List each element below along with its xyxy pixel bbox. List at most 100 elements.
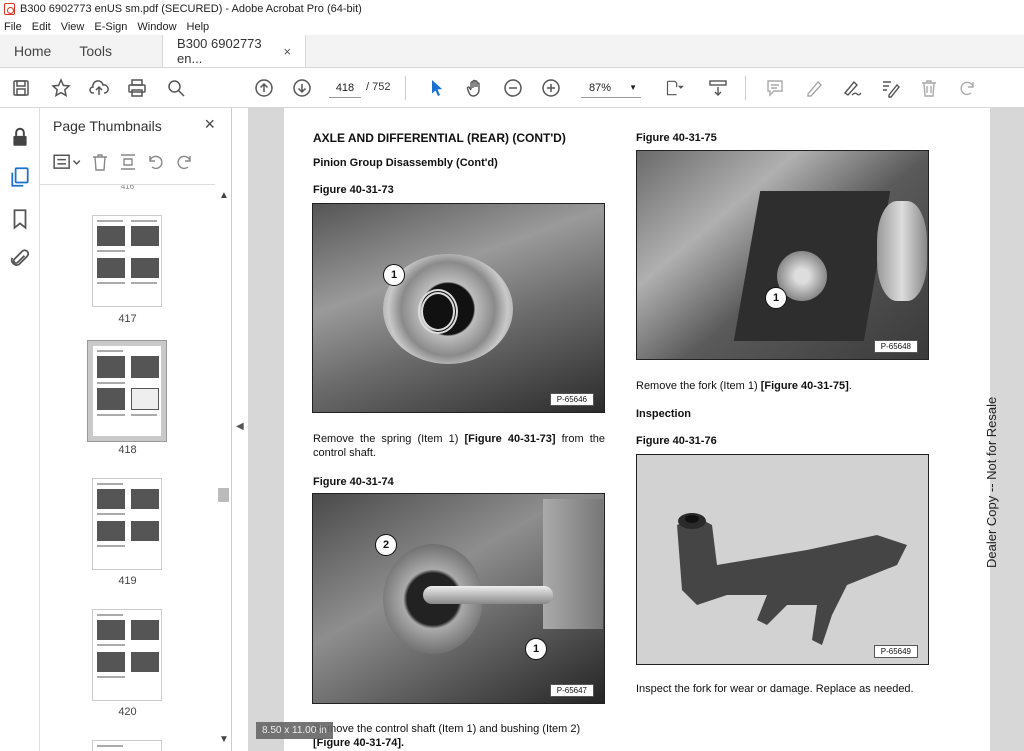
options-menu-icon[interactable]: [52, 152, 82, 172]
window-title: B300 6902773 enUS sm.pdf (SECURED) - Ado…: [20, 3, 362, 15]
thumbnails-title: Page Thumbnails: [53, 118, 162, 134]
menu-bar: File Edit View E-Sign Window Help: [0, 18, 1024, 35]
thumbnail-page-417[interactable]: [92, 215, 162, 307]
figure-73-title: Figure 40-31-73: [313, 184, 394, 196]
tab-close-icon[interactable]: ×: [283, 44, 291, 59]
close-icon[interactable]: ×: [204, 114, 215, 135]
left-rail: [0, 108, 40, 751]
menu-file[interactable]: File: [4, 21, 22, 33]
thumbnail-page-421[interactable]: [92, 740, 162, 751]
figure-75-tag: P-65648: [873, 340, 918, 353]
callout-2: 2: [375, 534, 397, 556]
rotate-left-icon[interactable]: [146, 152, 166, 172]
figure-75-title: Figure 40-31-75: [636, 132, 717, 144]
figure-73-instruction: Remove the spring (Item 1) [Figure 40-31…: [313, 433, 605, 459]
acrobat-icon: [4, 3, 15, 15]
figure-76-tag: P-65649: [873, 645, 918, 658]
thumbnail-label-418: 418: [118, 444, 137, 456]
callout-1: 1: [383, 264, 405, 286]
page-number-input[interactable]: 418: [329, 78, 361, 98]
print-icon[interactable]: [126, 77, 148, 99]
document-viewer[interactable]: AXLE AND DIFFERENTIAL (REAR) (CONT'D) Pi…: [248, 108, 1024, 751]
attachment-icon[interactable]: [9, 248, 31, 270]
save-icon[interactable]: [10, 77, 32, 99]
redo-icon[interactable]: [956, 77, 978, 99]
highlight-pen-icon[interactable]: [803, 77, 825, 99]
previous-page-icon[interactable]: [253, 77, 275, 99]
menu-window[interactable]: Window: [137, 21, 176, 33]
page-display-icon[interactable]: [660, 77, 690, 99]
figure-74-title: Figure 40-31-74: [313, 476, 394, 488]
scroll-down-icon[interactable]: ▼: [219, 734, 229, 745]
zoom-value: 87%: [589, 81, 612, 94]
toolbar-divider: [745, 76, 746, 100]
star-icon[interactable]: [50, 77, 72, 99]
edit-pdf-icon[interactable]: [879, 77, 901, 99]
dealer-copy-note: Dealer Copy -- Not for Resale: [984, 396, 999, 568]
extract-pages-icon[interactable]: [118, 152, 138, 172]
figure-74-tag: P-65647: [549, 684, 594, 697]
thumbnail-page-420[interactable]: [92, 609, 162, 701]
tab-document[interactable]: B300 6902773 en... ×: [162, 35, 307, 67]
lock-icon[interactable]: [9, 126, 31, 148]
thumbnail-page-418[interactable]: [92, 345, 162, 437]
thumbnail-page-419[interactable]: [92, 478, 162, 570]
menu-esign[interactable]: E-Sign: [94, 21, 127, 33]
scroll-mode-icon[interactable]: [707, 77, 729, 99]
thumbnails-panel: Page Thumbnails × 416 417 418 419 420 ▲ …: [40, 108, 232, 751]
chevron-left-icon: ◀: [236, 421, 244, 432]
menu-view[interactable]: View: [61, 21, 85, 33]
scrollbar-thumb[interactable]: [218, 488, 229, 502]
hand-tool-icon[interactable]: [464, 77, 486, 99]
thumbnail-label-417: 417: [118, 313, 137, 325]
figure-73-tag: P-65646: [549, 393, 594, 406]
page-thumbnails-icon[interactable]: [9, 166, 31, 188]
thumbnail-tools: [52, 150, 202, 174]
comment-icon[interactable]: [764, 77, 786, 99]
section-heading: AXLE AND DIFFERENTIAL (REAR) (CONT'D): [313, 131, 566, 145]
page-count: / 752: [366, 81, 391, 93]
figure-75-photo: 1 P-65648: [636, 150, 929, 360]
tab-bar: Home Tools B300 6902773 en... ×: [0, 35, 1024, 68]
next-page-icon[interactable]: [291, 77, 313, 99]
search-icon[interactable]: [165, 77, 187, 99]
upload-cloud-icon[interactable]: [88, 77, 110, 99]
tab-home[interactable]: Home: [0, 35, 65, 67]
thumbnail-label-420: 420: [118, 706, 137, 718]
thumbnail-label-419: 419: [118, 575, 137, 587]
main-toolbar: 418 / 752 87% ▼: [0, 68, 1024, 108]
thumbnail-list[interactable]: 416 417 418 419 420: [40, 184, 215, 751]
zoom-in-icon[interactable]: [540, 77, 562, 99]
panel-collapse-handle[interactable]: ◀: [232, 108, 248, 751]
zoom-select[interactable]: 87% ▼: [581, 78, 641, 98]
trash-icon[interactable]: [918, 77, 940, 99]
subsection-heading: Pinion Group Disassembly (Cont'd): [313, 157, 498, 169]
pdf-page: AXLE AND DIFFERENTIAL (REAR) (CONT'D) Pi…: [284, 108, 999, 751]
menu-edit[interactable]: Edit: [32, 21, 51, 33]
thumbnail-scrollbar[interactable]: ▲ ▼: [215, 184, 232, 751]
figure-76-photo: P-65649: [636, 454, 929, 665]
scroll-up-icon[interactable]: ▲: [219, 190, 229, 201]
tab-tools[interactable]: Tools: [65, 35, 126, 67]
figure-74-instruction: Remove the control shaft (Item 1) and bu…: [313, 723, 581, 749]
page-size-indicator: 8.50 x 11.00 in: [256, 722, 333, 739]
inspection-heading: Inspection: [636, 408, 692, 420]
callout-1: 1: [765, 287, 787, 309]
bookmark-icon[interactable]: [9, 208, 31, 230]
callout-1: 1: [525, 638, 547, 660]
menu-help[interactable]: Help: [187, 21, 210, 33]
thumbnail-label-416: 416: [120, 184, 135, 191]
tab-document-label: B300 6902773 en...: [177, 36, 262, 66]
select-cursor-icon[interactable]: [426, 77, 448, 99]
title-bar: B300 6902773 enUS sm.pdf (SECURED) - Ado…: [0, 0, 1024, 18]
figure-73-photo: 1 P-65646: [312, 203, 605, 413]
sign-icon[interactable]: [841, 77, 863, 99]
trash-icon[interactable]: [90, 152, 110, 172]
figure-76-title: Figure 40-31-76: [636, 435, 717, 447]
toolbar-divider: [405, 76, 406, 100]
figure-76-instruction: Inspect the fork for wear or damage. Rep…: [636, 683, 914, 695]
figure-74-photo: 2 1 P-65647: [312, 493, 605, 704]
figure-75-instruction: Remove the fork (Item 1) [Figure 40-31-7…: [636, 380, 852, 392]
rotate-right-icon[interactable]: [174, 152, 194, 172]
zoom-out-icon[interactable]: [502, 77, 524, 99]
